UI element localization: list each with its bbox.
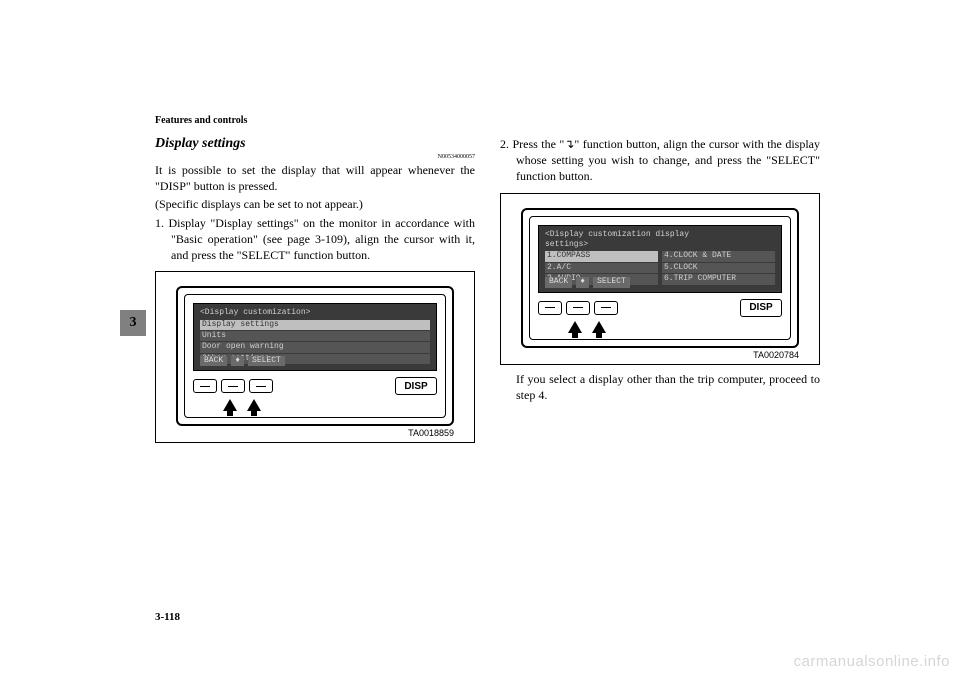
arrow-up-icon (568, 321, 582, 333)
footer-back-label: BACK (545, 277, 572, 287)
soft-button-3 (249, 379, 273, 393)
arrow-up-icon (592, 321, 606, 333)
heading-display-settings: Display settings (155, 136, 475, 152)
pointer-arrows (568, 321, 782, 333)
device-screen: <Display customization> Display settings… (193, 303, 437, 371)
soft-button-2 (221, 379, 245, 393)
down-arrow-icon: ↴ (564, 137, 574, 151)
footer-select-label: SELECT (593, 277, 630, 287)
screen-row-selected: 1.COMPASS (545, 251, 658, 261)
screen-title-line-1: <Display customization display (545, 230, 775, 240)
soft-button-1 (193, 379, 217, 393)
arrow-up-icon (223, 399, 237, 411)
figure-2: <Display customization display settings>… (500, 193, 820, 365)
intro-paragraph-1: It is possible to set the display that w… (155, 162, 475, 194)
left-column: Display settings N00534000057 It is poss… (155, 108, 475, 588)
screen-row: 2.A/C (545, 263, 658, 273)
step-2-text-a: 2. Press the " (500, 137, 564, 151)
disp-button: DISP (740, 299, 782, 317)
device-screen: <Display customization display settings>… (538, 225, 782, 293)
right-column: 2. Press the "↴" function button, align … (500, 108, 820, 588)
button-row: DISP (193, 377, 437, 395)
screen-row: 5.CLOCK (662, 263, 775, 273)
post-figure-note: If you select a display other than the t… (500, 371, 820, 403)
screen-row: Door open warning (200, 342, 430, 352)
intro-paragraph-2: (Specific displays can be set to not app… (155, 196, 475, 212)
step-1: 1. Display "Display settings" on the mon… (155, 215, 475, 264)
page-number: 3-118 (155, 611, 180, 623)
device-bezel: <Display customization display settings>… (521, 208, 799, 348)
device-inner: <Display customization display settings>… (529, 216, 791, 340)
screen-title-line-2: settings> (545, 240, 775, 250)
device-bezel: <Display customization> Display settings… (176, 286, 454, 426)
screen-footer: BACK ♦ SELECT (200, 356, 430, 366)
disp-button: DISP (395, 377, 437, 395)
button-row: DISP (538, 299, 782, 317)
arrow-up-icon (247, 399, 261, 411)
screen-row: 4.CLOCK & DATE (662, 251, 775, 261)
figure-1: <Display customization> Display settings… (155, 271, 475, 443)
watermark: carmanualsonline.info (794, 653, 950, 670)
screen-footer: BACK ♦ SELECT (545, 277, 775, 287)
chapter-tab: 3 (120, 310, 146, 336)
screen-row-selected: Display settings (200, 320, 430, 330)
screen-row: Units (200, 331, 430, 341)
screen-title: <Display customization> (200, 308, 430, 318)
figure-id: TA0020784 (521, 350, 799, 360)
device-inner: <Display customization> Display settings… (184, 294, 446, 418)
soft-button-3 (594, 301, 618, 315)
pointer-arrows (223, 399, 437, 411)
footer-updown-icon: ♦ (231, 356, 244, 366)
footer-select-label: SELECT (248, 356, 285, 366)
footer-back-label: BACK (200, 356, 227, 366)
soft-button-1 (538, 301, 562, 315)
soft-button-2 (566, 301, 590, 315)
page-content: Display settings N00534000057 It is poss… (155, 108, 820, 588)
figure-id: TA0018859 (176, 428, 454, 438)
step-2: 2. Press the "↴" function button, align … (500, 136, 820, 185)
reference-code: N00534000057 (155, 154, 475, 160)
footer-updown-icon: ♦ (576, 277, 589, 287)
